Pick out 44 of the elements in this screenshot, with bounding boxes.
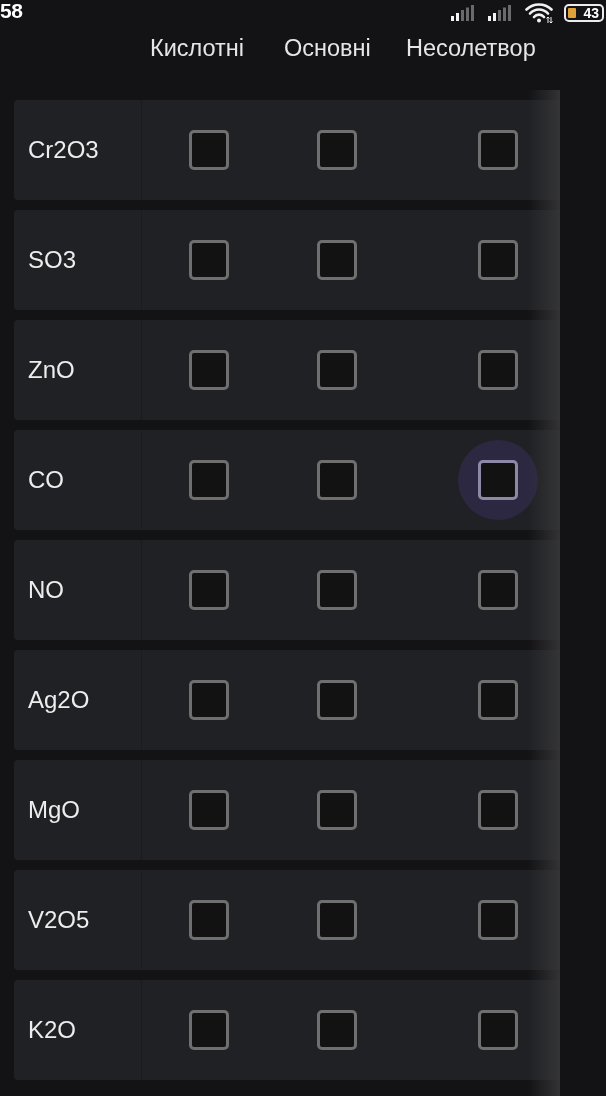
checkbox[interactable] [478, 570, 518, 610]
oxide-label: SO3 [27, 246, 77, 274]
oxide-label: NO [27, 576, 64, 604]
checkbox[interactable] [189, 350, 229, 390]
checkbox[interactable] [478, 790, 518, 830]
checkbox[interactable] [478, 350, 518, 390]
signal-icon [451, 5, 477, 21]
checkbox[interactable] [189, 130, 229, 170]
checkbox[interactable] [478, 460, 518, 500]
status-time: 58 [0, 0, 23, 23]
oxide-label: K2O [27, 1016, 77, 1044]
column-header: Кислотні [149, 34, 246, 62]
checkbox[interactable] [478, 240, 518, 280]
checkbox[interactable] [189, 680, 229, 720]
checkbox[interactable] [189, 1010, 229, 1050]
checkbox[interactable] [317, 900, 357, 940]
checkbox[interactable] [189, 570, 229, 610]
checkbox[interactable] [478, 680, 518, 720]
oxide-label: MgO [27, 796, 80, 824]
oxide-label: V2O5 [27, 906, 90, 934]
column-header: Несолетвор [405, 34, 537, 62]
checkbox[interactable] [317, 570, 357, 610]
checkbox[interactable] [478, 900, 518, 940]
checkbox[interactable] [189, 900, 229, 940]
checkbox[interactable] [189, 460, 229, 500]
checkbox[interactable] [478, 1010, 518, 1050]
oxide-label: CO [27, 466, 64, 494]
oxide-label: Cr2O3 [27, 136, 99, 164]
battery-indicator: 43 [564, 4, 604, 22]
wifi-icon [525, 3, 553, 23]
signal-icon [488, 5, 514, 21]
checkbox[interactable] [317, 680, 357, 720]
checkbox[interactable] [317, 130, 357, 170]
checkbox[interactable] [317, 240, 357, 280]
checkbox[interactable] [317, 1010, 357, 1050]
checkbox[interactable] [317, 790, 357, 830]
oxide-label: ZnO [27, 356, 75, 384]
checkbox[interactable] [189, 240, 229, 280]
checkbox[interactable] [478, 130, 518, 170]
column-header: Основні [283, 34, 372, 62]
checkbox[interactable] [317, 460, 357, 500]
checkbox[interactable] [317, 350, 357, 390]
checkbox[interactable] [189, 790, 229, 830]
oxide-label: Ag2O [27, 686, 90, 714]
